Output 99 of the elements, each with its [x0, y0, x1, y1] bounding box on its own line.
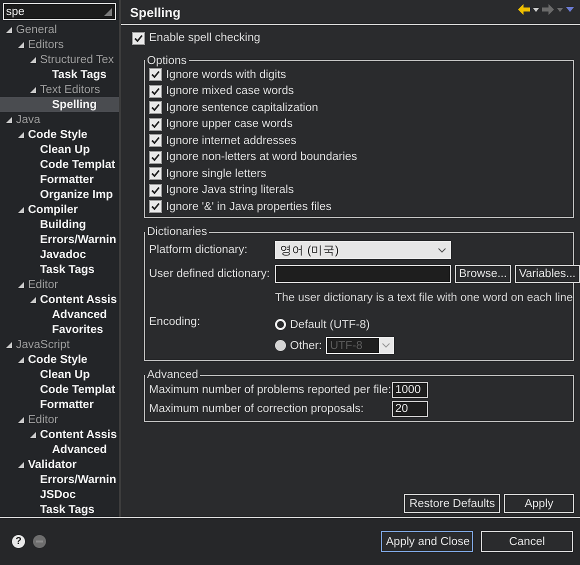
tree-item[interactable]: Errors/Warnin	[0, 472, 119, 487]
tree-item[interactable]: Clean Up	[0, 142, 119, 157]
radio-label[interactable]: Other:	[290, 340, 322, 352]
tree-item[interactable]: Code Templat	[0, 382, 119, 397]
checkbox-label[interactable]: Ignore non-letters at word boundaries	[166, 151, 358, 164]
caret-icon[interactable]	[533, 8, 539, 12]
menu-caret-icon[interactable]	[566, 7, 574, 12]
checkbox[interactable]	[149, 84, 162, 98]
clear-icon[interactable]	[103, 7, 113, 17]
tree-item[interactable]: Organize Imp	[0, 187, 119, 202]
checkbox-label[interactable]: Ignore words with digits	[166, 68, 286, 81]
tree-item[interactable]: Advanced	[0, 442, 119, 457]
radio-button[interactable]	[275, 340, 286, 351]
expand-triangle-icon[interactable]	[6, 342, 12, 348]
number-field[interactable]: 20	[392, 401, 428, 417]
chevron-down-icon	[438, 248, 446, 252]
expand-triangle-icon[interactable]	[18, 206, 24, 212]
checkbox[interactable]	[149, 184, 162, 197]
dictionary-path-field[interactable]	[275, 265, 451, 283]
tree-item[interactable]: Text Editors	[0, 82, 119, 97]
expand-triangle-icon[interactable]	[30, 432, 36, 438]
tree-item[interactable]: Spelling	[0, 97, 119, 112]
filter-field[interactable]: spe	[3, 3, 116, 20]
checkbox[interactable]	[149, 200, 162, 214]
expand-triangle-icon[interactable]	[30, 296, 36, 302]
cancel-button[interactable]: Cancel	[481, 531, 573, 552]
tree-item[interactable]: JSDoc	[0, 487, 119, 502]
tree-item[interactable]: General	[0, 22, 119, 37]
checkbox-label[interactable]: Ignore single letters	[166, 168, 266, 180]
expand-triangle-icon[interactable]	[18, 416, 24, 422]
group-title: Advanced	[146, 369, 200, 381]
tree-item[interactable]: Clean Up	[0, 367, 119, 382]
radio-label[interactable]: Default (UTF-8)	[290, 318, 370, 330]
checkbox[interactable]	[149, 118, 162, 131]
expand-triangle-icon[interactable]	[18, 356, 24, 362]
checkbox[interactable]	[149, 68, 162, 82]
tree-item[interactable]: Content Assis	[0, 292, 119, 307]
tree-item[interactable]: Favorites	[0, 322, 119, 337]
expand-triangle-icon[interactable]	[18, 132, 24, 138]
apply-button[interactable]: Apply	[504, 494, 574, 513]
checkbox-label[interactable]: Ignore mixed case words	[166, 85, 294, 98]
checkbox-label[interactable]: Ignore upper case words	[166, 118, 293, 130]
expand-triangle-icon[interactable]	[6, 116, 12, 122]
checkbox[interactable]	[149, 167, 162, 180]
field-label: User defined dictionary:	[149, 268, 271, 280]
tree-item[interactable]: Task Tags	[0, 262, 119, 277]
tree-item[interactable]: Advanced	[0, 307, 119, 322]
browse-button[interactable]: Browse...	[455, 265, 511, 283]
tree-item[interactable]: Editors	[0, 37, 119, 52]
restore-defaults-button[interactable]: Restore Defaults	[404, 494, 500, 513]
group-title: Dictionaries	[146, 226, 208, 238]
tree-item[interactable]: Task Tags	[0, 502, 119, 517]
dictionary-dropdown[interactable]: 영어 (미국)	[275, 241, 451, 259]
hint-text: The user dictionary is a text file with one word on each line	[275, 292, 573, 304]
tree-item[interactable]: Compiler	[0, 202, 119, 217]
tree-item[interactable]: Editor	[0, 277, 119, 292]
checkbox-label[interactable]: Ignore sentence capitalization	[166, 102, 318, 114]
expand-triangle-icon[interactable]	[30, 86, 36, 92]
field-label: Maximum number of problems reported per file:	[149, 384, 392, 396]
apply-and-close-button[interactable]: Apply and Close	[381, 531, 473, 552]
tree-item[interactable]: Building	[0, 217, 119, 232]
back-arrow-icon[interactable]	[518, 4, 530, 15]
number-field[interactable]: 1000	[392, 382, 428, 398]
tree-item[interactable]: Javadoc	[0, 247, 119, 262]
tree-item[interactable]: Editor	[0, 412, 119, 427]
checkbox-label[interactable]: Ignore internet addresses	[166, 134, 296, 147]
checkbox[interactable]	[149, 101, 162, 114]
expand-triangle-icon[interactable]	[18, 282, 24, 288]
tree-item[interactable]: Formatter	[0, 172, 119, 187]
checkbox[interactable]	[149, 150, 162, 164]
field-label: Maximum number of correction proposals:	[149, 403, 365, 415]
tree-item[interactable]: Task Tags	[0, 67, 119, 82]
page-title: Spelling	[130, 4, 181, 20]
tree-item[interactable]: Errors/Warnin	[0, 232, 119, 247]
expand-triangle-icon[interactable]	[30, 56, 36, 62]
tree-item[interactable]: Code Style	[0, 127, 119, 142]
tree-item[interactable]: Code Style	[0, 352, 119, 367]
tree-item[interactable]: Formatter	[0, 397, 119, 412]
chevron-down-icon	[378, 338, 393, 353]
checkbox-label[interactable]: Ignore Java string literals	[166, 184, 294, 196]
expand-triangle-icon[interactable]	[18, 42, 24, 48]
checkbox[interactable]	[132, 32, 145, 45]
group-title: Options	[146, 54, 188, 66]
field-label: Platform dictionary:	[149, 244, 248, 256]
checkbox-label[interactable]: Ignore '&' in Java properties files	[166, 200, 332, 213]
tree-item[interactable]: Content Assis	[0, 427, 119, 442]
expand-triangle-icon[interactable]	[6, 26, 12, 32]
tree-item[interactable]: Java	[0, 112, 119, 127]
checkbox[interactable]	[149, 134, 162, 148]
tree-item[interactable]: Validator	[0, 457, 119, 472]
field-label: Encoding:	[149, 316, 202, 328]
checkbox-label[interactable]: Enable spell checking	[149, 32, 260, 44]
tree-item[interactable]: JavaScript	[0, 337, 119, 352]
help-icon[interactable]: ?	[12, 535, 25, 548]
expand-triangle-icon[interactable]	[18, 462, 24, 468]
variables-button[interactable]: Variables...	[514, 265, 580, 283]
tree-item[interactable]: Code Templat	[0, 157, 119, 172]
tree-item[interactable]: Structured Tex	[0, 52, 119, 67]
disc-icon[interactable]	[33, 535, 46, 548]
